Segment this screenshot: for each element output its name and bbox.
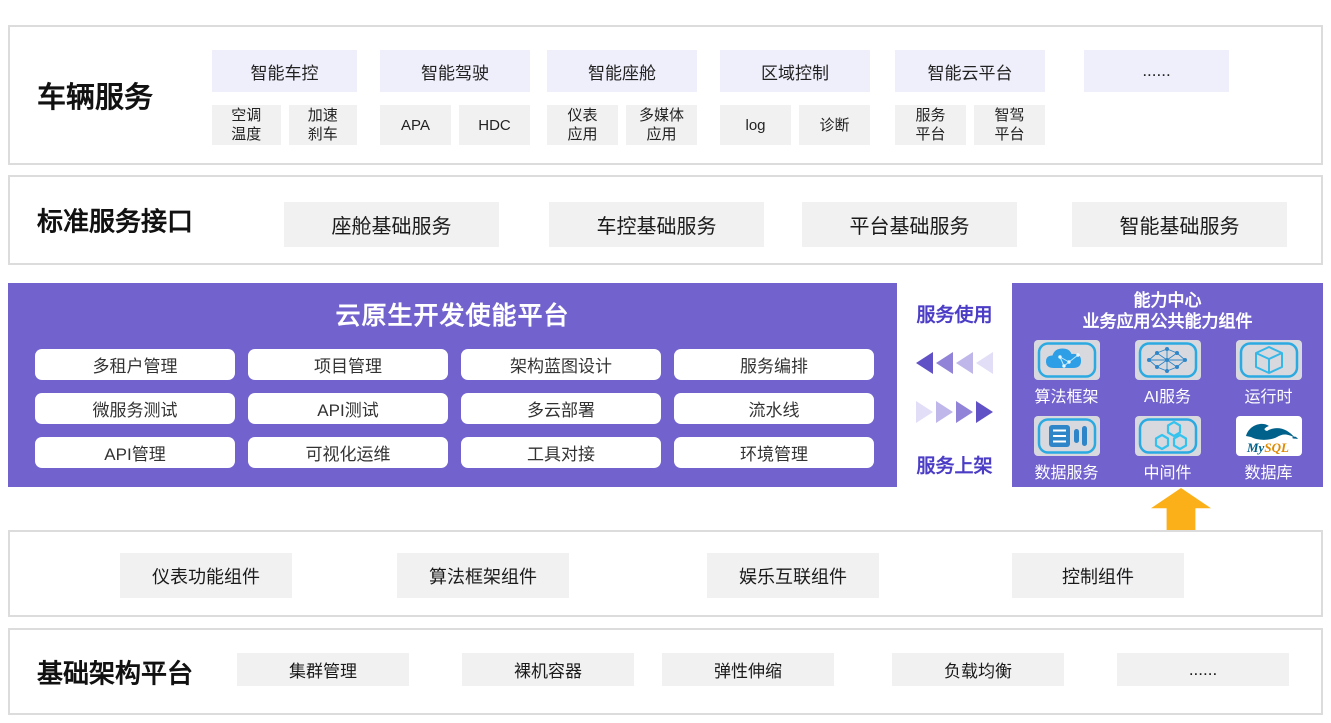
capability-label: 算法框架	[1034, 383, 1098, 407]
infrastructure-item: 负载均衡	[892, 653, 1064, 686]
left-triangle-icon	[916, 352, 933, 374]
vehicle-category-label: ......	[1084, 50, 1229, 92]
cube-icon	[1236, 340, 1302, 380]
infrastructure-item: 裸机容器	[462, 653, 634, 686]
platform-capability: API管理	[35, 437, 235, 468]
neural-network-icon	[1135, 340, 1201, 380]
vehicle-sub-item: log	[720, 105, 791, 145]
capability-cell: 中间件	[1135, 416, 1201, 483]
vehicle-group-car-control: 智能车控 空调温度 加速刹车	[212, 50, 357, 145]
infrastructure-item: ......	[1117, 653, 1289, 686]
vehicle-group-cloud-platform: 智能云平台 服务平台 智驾平台	[895, 50, 1045, 145]
vehicle-category-label: 智能云平台	[895, 50, 1045, 92]
architecture-diagram: 车辆服务 智能车控 空调温度 加速刹车 智能驾驶 APA HDC 智能座舱 仪表…	[0, 0, 1331, 723]
right-arrows-icon	[916, 401, 993, 423]
platform-capability: 工具对接	[461, 437, 661, 468]
vehicle-category-label: 智能驾驶	[380, 50, 530, 92]
vehicle-category-label: 智能座舱	[547, 50, 697, 92]
vehicle-group-driving: 智能驾驶 APA HDC	[380, 50, 530, 145]
vehicle-services-section: 车辆服务 智能车控 空调温度 加速刹车 智能驾驶 APA HDC 智能座舱 仪表…	[8, 25, 1323, 165]
platform-title: 云原生开发使能平台	[8, 296, 897, 332]
platform-capability: 多租户管理	[35, 349, 235, 380]
capability-label: AI服务	[1144, 383, 1191, 407]
interface-item: 座舱基础服务	[284, 202, 499, 247]
capability-cell: 算法框架	[1034, 340, 1100, 407]
platform-capability: 服务编排	[674, 349, 874, 380]
left-triangle-icon	[956, 352, 973, 374]
capability-cell: 运行时	[1236, 340, 1302, 407]
vehicle-category-label: 区域控制	[720, 50, 870, 92]
component-item: 算法框架组件	[397, 553, 569, 598]
platform-capability: 环境管理	[674, 437, 874, 468]
vehicle-sub-item: 多媒体应用	[626, 105, 697, 145]
vehicle-sub-item: 诊断	[799, 105, 870, 145]
service-publish-label: 服务上架	[916, 451, 992, 478]
vehicle-sub-item: 空调温度	[212, 105, 281, 145]
svg-text:MySQL: MySQL	[1246, 440, 1289, 455]
vehicle-category-label: 智能车控	[212, 50, 357, 92]
vehicle-sub-item: 仪表应用	[547, 105, 618, 145]
left-triangle-icon	[976, 352, 993, 374]
service-flow-column: 服务使用 服务上架	[897, 283, 1012, 487]
infrastructure-item: 弹性伸缩	[662, 653, 834, 686]
vehicle-sub-item: 智驾平台	[974, 105, 1045, 145]
vehicle-group-more: ......	[1084, 50, 1229, 92]
infrastructure-title: 基础架构平台	[37, 653, 193, 690]
interface-item: 平台基础服务	[802, 202, 1017, 247]
mysql-logo: MySQL	[1236, 416, 1302, 456]
capability-cell: AI服务	[1135, 340, 1201, 407]
platform-capability: 多云部署	[461, 393, 661, 424]
standard-interface-section: 标准服务接口 座舱基础服务 车控基础服务 平台基础服务 智能基础服务	[8, 175, 1323, 265]
component-item: 控制组件	[1012, 553, 1184, 598]
capability-cell: MySQL 数据库	[1236, 416, 1302, 483]
interface-item: 车控基础服务	[549, 202, 764, 247]
capability-label: 数据库	[1244, 459, 1292, 483]
right-triangle-icon	[956, 401, 973, 423]
capability-cell: 数据服务	[1034, 416, 1100, 483]
vehicle-sub-item: APA	[380, 105, 451, 145]
platform-capability-grid: 多租户管理 项目管理 架构蓝图设计 服务编排 微服务测试 API测试 多云部署 …	[35, 349, 897, 468]
left-arrows-icon	[916, 352, 993, 374]
vehicle-sub-item: 服务平台	[895, 105, 966, 145]
components-section: 仪表功能组件 算法框架组件 娱乐互联组件 控制组件	[8, 530, 1323, 617]
component-item: 娱乐互联组件	[707, 553, 879, 598]
right-triangle-icon	[936, 401, 953, 423]
right-triangle-icon	[976, 401, 993, 423]
left-triangle-icon	[936, 352, 953, 374]
right-triangle-icon	[916, 401, 933, 423]
up-arrow-icon	[1151, 488, 1211, 531]
service-use-label: 服务使用	[916, 300, 992, 327]
platform-capability: API测试	[248, 393, 448, 424]
infrastructure-item: 集群管理	[237, 653, 409, 686]
capability-grid: 算法框架	[1016, 340, 1323, 483]
vehicle-group-zone-control: 区域控制 log 诊断	[720, 50, 870, 145]
platform-capability: 微服务测试	[35, 393, 235, 424]
vehicle-group-cockpit: 智能座舱 仪表应用 多媒体应用	[547, 50, 697, 145]
vehicle-services-title: 车辆服务	[37, 74, 153, 116]
platform-capability: 可视化运维	[248, 437, 448, 468]
capability-label: 运行时	[1244, 383, 1292, 407]
interface-item: 智能基础服务	[1072, 202, 1287, 247]
platform-capability: 流水线	[674, 393, 874, 424]
platform-capability: 项目管理	[248, 349, 448, 380]
vehicle-sub-item: HDC	[459, 105, 530, 145]
capability-label: 数据服务	[1034, 459, 1098, 483]
capability-label: 中间件	[1143, 459, 1191, 483]
vehicle-sub-item: 加速刹车	[289, 105, 358, 145]
component-item: 仪表功能组件	[120, 553, 292, 598]
capability-center-title: 能力中心 业务应用公共能力组件	[1012, 290, 1323, 332]
data-service-icon	[1034, 416, 1100, 456]
standard-interface-title: 标准服务接口	[37, 202, 193, 239]
cloud-network-icon	[1034, 340, 1100, 380]
hexagons-icon	[1135, 416, 1201, 456]
infrastructure-section: 基础架构平台 集群管理 裸机容器 弹性伸缩 负载均衡 ......	[8, 628, 1323, 715]
cloud-native-platform-panel: 云原生开发使能平台 多租户管理 项目管理 架构蓝图设计 服务编排 微服务测试 A…	[8, 283, 897, 487]
platform-capability: 架构蓝图设计	[461, 349, 661, 380]
capability-center-panel: 能力中心 业务应用公共能力组件 算法框架	[1012, 283, 1323, 487]
